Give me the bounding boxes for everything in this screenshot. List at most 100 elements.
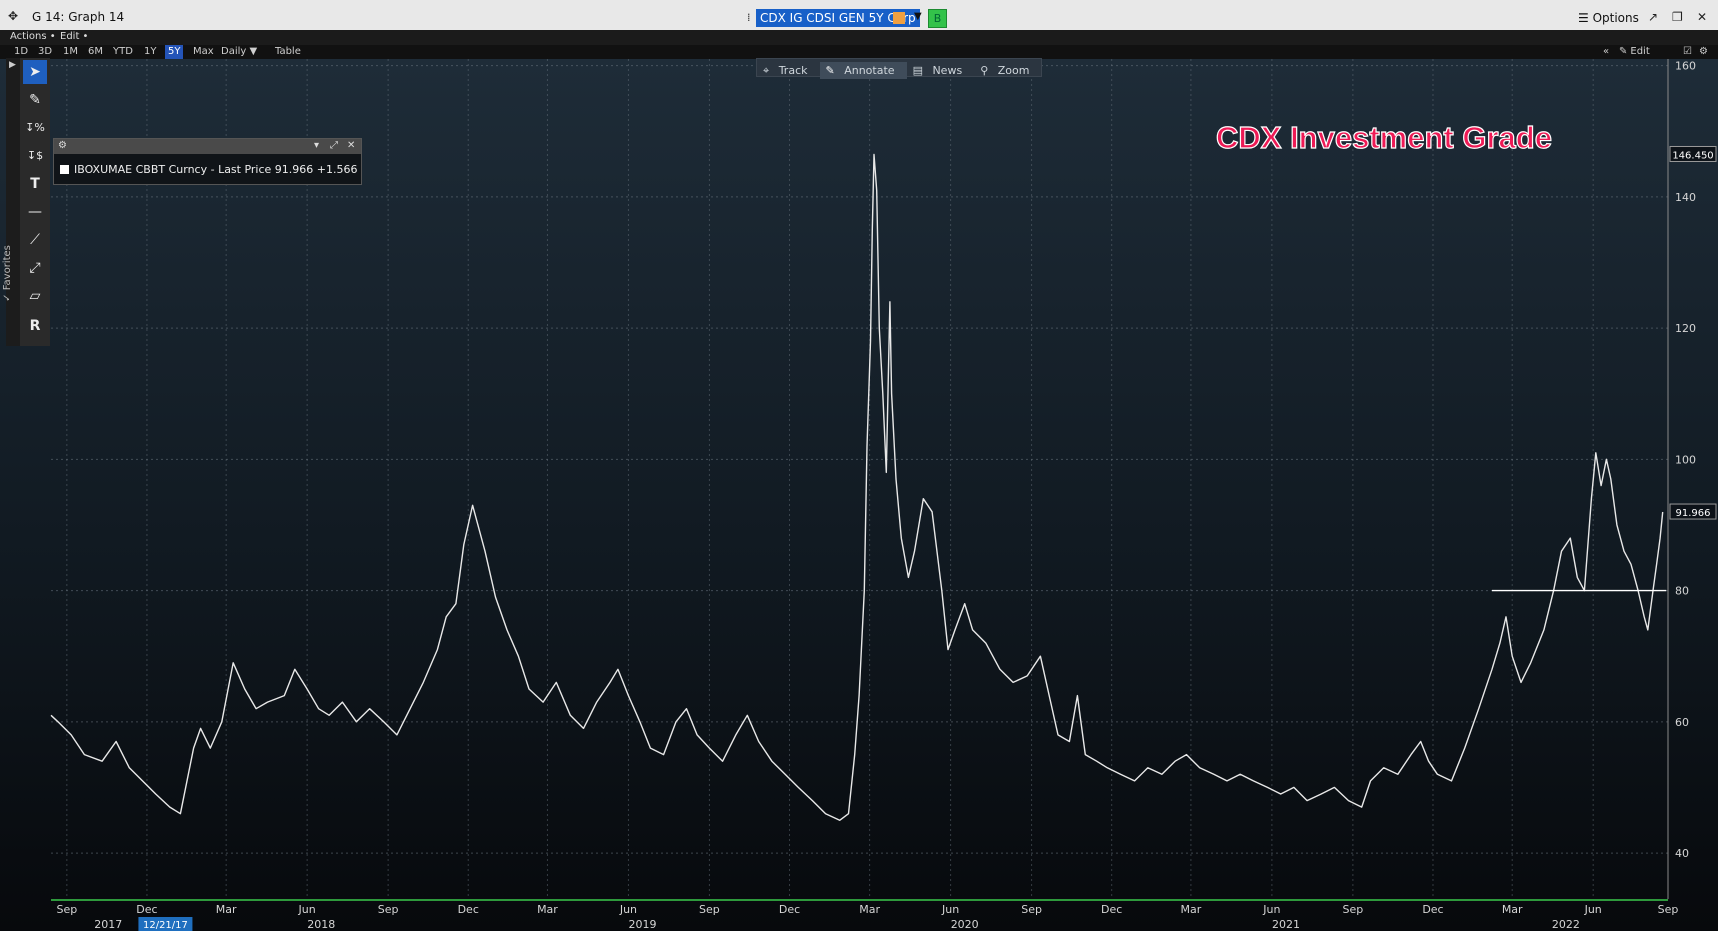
pencil-icon[interactable]: ✎ bbox=[23, 88, 47, 112]
legend-swatch bbox=[60, 165, 69, 174]
year-label: 2020 bbox=[951, 918, 979, 931]
restore-icon[interactable]: ❐ bbox=[1672, 10, 1683, 24]
y-tick-label: 160 bbox=[1675, 60, 1696, 73]
range-max[interactable]: Max bbox=[190, 45, 217, 59]
line-chart[interactable]: 40 60 80 100 120 140 160 Sep Dec Mar Jun Sep Dec Mar J… bbox=[0, 59, 1718, 931]
x-tick-label: Mar bbox=[1181, 903, 1202, 916]
x-tick-label: Mar bbox=[859, 903, 880, 916]
collapse-icon[interactable]: « bbox=[1600, 45, 1612, 59]
favorites-label[interactable]: ✓ Favorites bbox=[2, 245, 13, 302]
legend-gear-icon[interactable]: ⚙ bbox=[58, 140, 67, 151]
y-tick-label: 40 bbox=[1675, 847, 1689, 860]
range-1m[interactable]: 1M bbox=[60, 45, 81, 59]
favorites-text: Favorites bbox=[1, 245, 13, 291]
range-1d[interactable]: 1D bbox=[11, 45, 31, 59]
year-label: 2022 bbox=[1552, 918, 1580, 931]
x-tick-label: Jun bbox=[1262, 903, 1280, 916]
cursor-icon[interactable]: ➤ bbox=[23, 60, 47, 84]
percent-icon[interactable]: ↧% bbox=[23, 116, 47, 140]
pin-icon[interactable]: ▾ bbox=[314, 140, 319, 151]
options-label: Options bbox=[1592, 11, 1639, 25]
zoom-label: Zoom bbox=[997, 64, 1030, 77]
x-tick-label: Dec bbox=[779, 903, 800, 916]
edit-icon[interactable]: ☑ bbox=[1680, 45, 1695, 59]
news-label: News bbox=[932, 64, 963, 77]
x-tick-label: Mar bbox=[216, 903, 237, 916]
legend-text: IBOXUMAE CBBT Curncy - Last Price 91.966… bbox=[74, 163, 358, 176]
y-tick-label: 100 bbox=[1675, 453, 1696, 466]
current-value-label: 91.966 bbox=[1676, 508, 1711, 519]
horizontal-line-icon[interactable]: — bbox=[23, 200, 47, 224]
menu-bar: Actions • Edit • bbox=[0, 30, 1718, 45]
chart-mode-controls: ⌖ Track ✎ Annotate ▤ News ⚲ Zoom bbox=[756, 58, 1043, 79]
edit-chart-label: Edit Chart bbox=[1630, 46, 1657, 71]
range-bar: 1D 3D 1M 6M YTD 1Y 5Y Max Daily ▼ Table … bbox=[0, 45, 1718, 71]
ray-line-icon[interactable]: ⤢ bbox=[23, 256, 47, 280]
ticker-handle-icon: ⁞ bbox=[747, 11, 751, 24]
edit-menu[interactable]: Edit • bbox=[60, 31, 88, 42]
x-tick-label: Sep bbox=[56, 903, 77, 916]
news-button[interactable]: ▤ News bbox=[907, 62, 975, 79]
year-label: 2019 bbox=[629, 918, 657, 931]
legend-close-icon[interactable]: ✕ bbox=[347, 140, 355, 151]
chart-plot-area[interactable]: 40 60 80 100 120 140 160 Sep Dec Mar Jun Sep Dec Mar J… bbox=[0, 59, 1718, 931]
annotate-button[interactable]: ✎ Annotate bbox=[819, 62, 907, 79]
frequency-select[interactable]: Daily ▼ bbox=[218, 45, 260, 59]
track-label: Track bbox=[778, 64, 808, 77]
ticker-dropdown-icon[interactable]: ▼ bbox=[914, 11, 922, 22]
x-tick-label: Jun bbox=[1584, 903, 1602, 916]
y-tick-label: 60 bbox=[1675, 716, 1689, 729]
x-tick-label: Sep bbox=[378, 903, 399, 916]
range-3d[interactable]: 3D bbox=[35, 45, 55, 59]
actions-menu[interactable]: Actions • bbox=[10, 31, 56, 42]
zoom-button[interactable]: ⚲ Zoom bbox=[974, 62, 1041, 79]
crosshair-date-label: 12/21/17 bbox=[143, 920, 188, 931]
chart-annotation[interactable]: CDX Investment Grade bbox=[1215, 119, 1552, 156]
edit-chart-button[interactable]: ✎ Edit Chart bbox=[1616, 45, 1658, 71]
options-menu[interactable]: ☰ Options bbox=[1578, 11, 1639, 25]
b-button[interactable]: B bbox=[928, 9, 947, 28]
legend-header: ⚙ ▾ ⤢ ✕ bbox=[54, 139, 361, 154]
x-tick-label: Sep bbox=[1343, 903, 1364, 916]
expand-arrow-icon[interactable]: ▶ bbox=[9, 60, 16, 70]
x-tick-label: Jun bbox=[298, 903, 316, 916]
channel-icon[interactable]: ▱ bbox=[23, 284, 47, 308]
y-tick-label: 80 bbox=[1675, 585, 1689, 598]
y-tick-label: 140 bbox=[1675, 191, 1696, 204]
ticker-color-swatch bbox=[893, 12, 905, 24]
year-label: 2018 bbox=[307, 918, 335, 931]
y-tick-label: 120 bbox=[1675, 322, 1696, 335]
dollar-icon[interactable]: ↧$ bbox=[23, 144, 47, 168]
x-tick-label: Sep bbox=[1658, 903, 1679, 916]
year-label: 2021 bbox=[1272, 918, 1300, 931]
high-value-label: 146.450 bbox=[1672, 150, 1713, 161]
move-icon[interactable]: ✥ bbox=[8, 9, 18, 23]
popout-icon[interactable]: ↗ bbox=[1648, 10, 1658, 24]
x-tick-label: Jun bbox=[941, 903, 959, 916]
x-tick-label: Sep bbox=[699, 903, 720, 916]
favorites-bar: ▶ ✓ Favorites bbox=[2, 58, 20, 346]
x-tick-label: Mar bbox=[537, 903, 558, 916]
text-icon[interactable]: T bbox=[23, 172, 47, 196]
range-1y[interactable]: 1Y bbox=[141, 45, 159, 59]
year-label: 2017 bbox=[94, 918, 122, 931]
r-icon[interactable]: R bbox=[23, 314, 47, 338]
range-5y[interactable]: 5Y bbox=[165, 45, 184, 59]
x-tick-label: Dec bbox=[1101, 903, 1122, 916]
range-ytd[interactable]: YTD bbox=[110, 45, 136, 59]
resize-icon[interactable]: ⤢ bbox=[330, 140, 338, 151]
trend-line-icon[interactable]: ⟋ bbox=[23, 228, 47, 252]
annotate-label: Annotate bbox=[844, 64, 895, 77]
x-tick-label: Dec bbox=[458, 903, 479, 916]
x-tick-label: Dec bbox=[136, 903, 157, 916]
close-icon[interactable]: ✕ bbox=[1697, 10, 1707, 24]
x-tick-label: Dec bbox=[1422, 903, 1443, 916]
window-title: G 14: Graph 14 bbox=[32, 10, 125, 24]
table-button[interactable]: Table bbox=[272, 45, 304, 59]
track-button[interactable]: ⌖ Track bbox=[757, 62, 820, 79]
settings-icon[interactable]: ⚙ bbox=[1696, 45, 1711, 59]
x-tick-label: Jun bbox=[619, 903, 637, 916]
legend-box[interactable]: ⚙ ▾ ⤢ ✕ IBOXUMAE CBBT Curncy - Last Pric… bbox=[53, 138, 362, 185]
x-tick-label: Mar bbox=[1502, 903, 1523, 916]
range-6m[interactable]: 6M bbox=[85, 45, 106, 59]
